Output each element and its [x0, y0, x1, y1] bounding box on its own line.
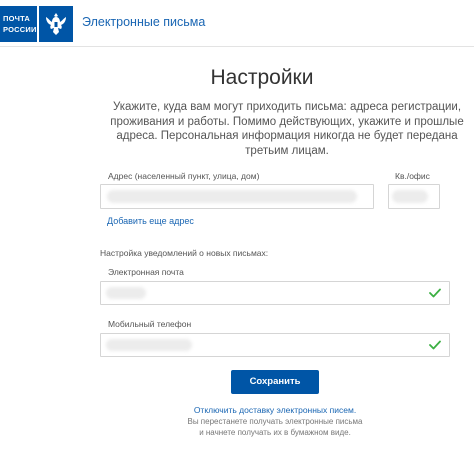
page-description: Укажите, куда вам могут приходить письма…	[110, 101, 464, 157]
email-field[interactable]	[100, 281, 450, 305]
redacted-value	[106, 287, 146, 299]
redacted-value	[392, 190, 428, 203]
add-address-link[interactable]: Добавить еще адрес	[107, 216, 194, 226]
logo-line-2: РОССИИ	[3, 25, 37, 34]
address-input[interactable]	[100, 184, 374, 209]
disable-note-line-2: и начнете получать их в бумажном виде.	[199, 428, 351, 437]
save-button[interactable]: Сохранить	[231, 370, 319, 394]
eagle-emblem-icon	[39, 6, 73, 42]
phone-field[interactable]	[100, 333, 450, 357]
checkmark-icon	[429, 288, 441, 298]
address-label: Адрес (населенный пункт, улица, дом)	[108, 171, 260, 181]
logo-line-1: ПОЧТА	[3, 14, 31, 23]
email-label: Электронная почта	[108, 267, 184, 277]
disable-delivery-note: Вы перестанете получать электронные пись…	[150, 416, 400, 438]
header-email-link[interactable]: Электронные письма	[82, 15, 205, 29]
redacted-value	[106, 339, 192, 351]
checkmark-icon	[429, 340, 441, 350]
redacted-value	[107, 190, 357, 203]
logo-text: ПОЧТА РОССИИ	[0, 6, 37, 42]
notifications-section-label: Настройка уведомлений о новых письмах:	[100, 248, 269, 258]
page-title: Настройки	[210, 66, 314, 89]
logo[interactable]: ПОЧТА РОССИИ	[0, 6, 73, 42]
apartment-label: Кв./офис	[395, 171, 430, 181]
disable-note-line-1: Вы перестанете получать электронные пись…	[187, 417, 363, 426]
disable-delivery-link[interactable]: Отключить доставку электронных писем.	[150, 405, 400, 415]
apartment-input[interactable]	[388, 184, 440, 209]
phone-label: Мобильный телефон	[108, 319, 192, 329]
header: ПОЧТА РОССИИ Электронные письма	[0, 0, 474, 47]
